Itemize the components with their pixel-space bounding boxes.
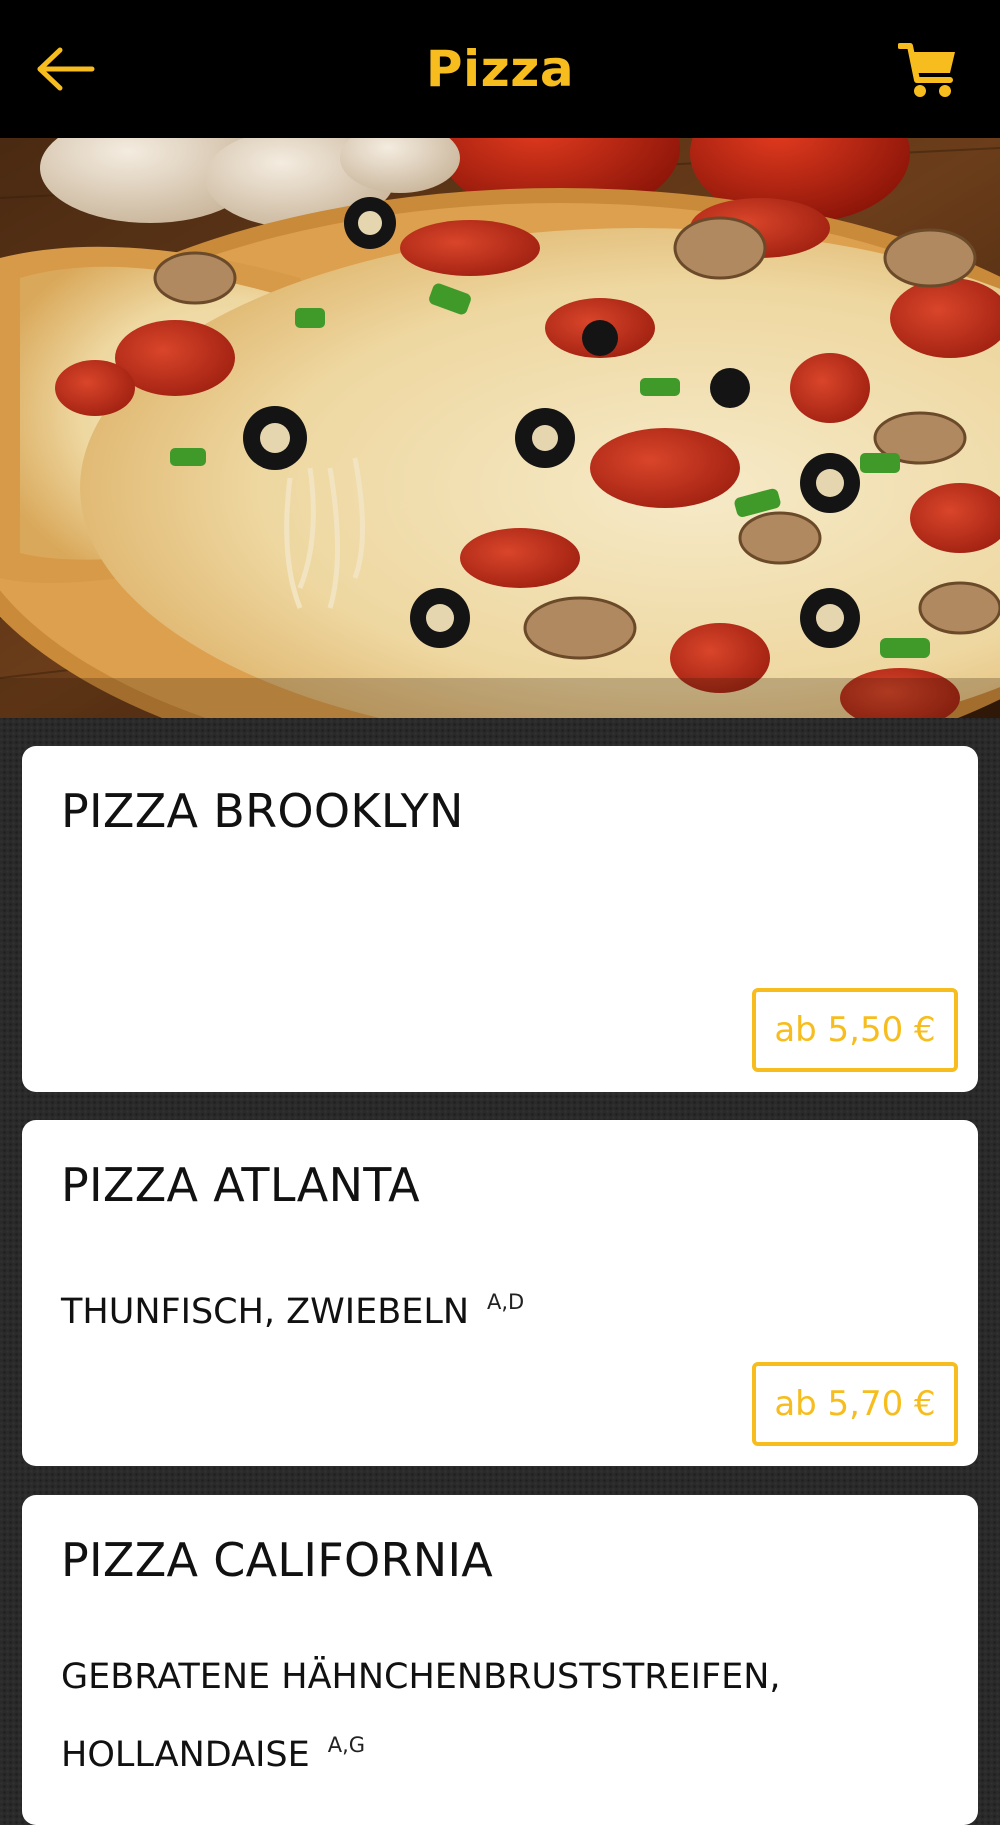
hero-pizza-image [0,138,1000,718]
product-card[interactable]: PIZZA ATLANTA THUNFISCH, ZWIEBELN A,D ab … [22,1120,978,1466]
product-name: PIZZA ATLANTA [61,1158,420,1212]
product-ingredients: THUNFISCH, ZWIEBELN [61,1292,470,1332]
price-button[interactable]: ab 5,70 € [752,1362,958,1446]
back-button[interactable] [28,35,104,103]
product-name: PIZZA CALIFORNIA [61,1533,494,1587]
page-title: Pizza [425,40,575,98]
allergen-codes: A,G [327,1733,366,1757]
arrow-left-icon [37,47,95,91]
product-card[interactable]: PIZZA BROOKLYN ab 5,50 € [22,746,978,1092]
allergen-codes: A,D [487,1290,525,1314]
shopping-cart-icon [898,43,955,97]
cart-button[interactable] [890,34,966,106]
product-ingredients: GEBRATENE HÄHNCHENBRUSTSTREIFEN, HOLLAND… [61,1657,781,1775]
app-header: Pizza [0,0,1000,138]
price-button[interactable]: ab 5,50 € [752,988,958,1072]
product-description: THUNFISCH, ZWIEBELN A,D [61,1268,901,1346]
product-description: GEBRATENE HÄHNCHENBRUSTSTREIFEN, HOLLAND… [61,1643,901,1789]
product-name: PIZZA BROOKLYN [61,784,464,838]
product-card[interactable]: PIZZA CALIFORNIA GEBRATENE HÄHNCHENBRUST… [22,1495,978,1825]
